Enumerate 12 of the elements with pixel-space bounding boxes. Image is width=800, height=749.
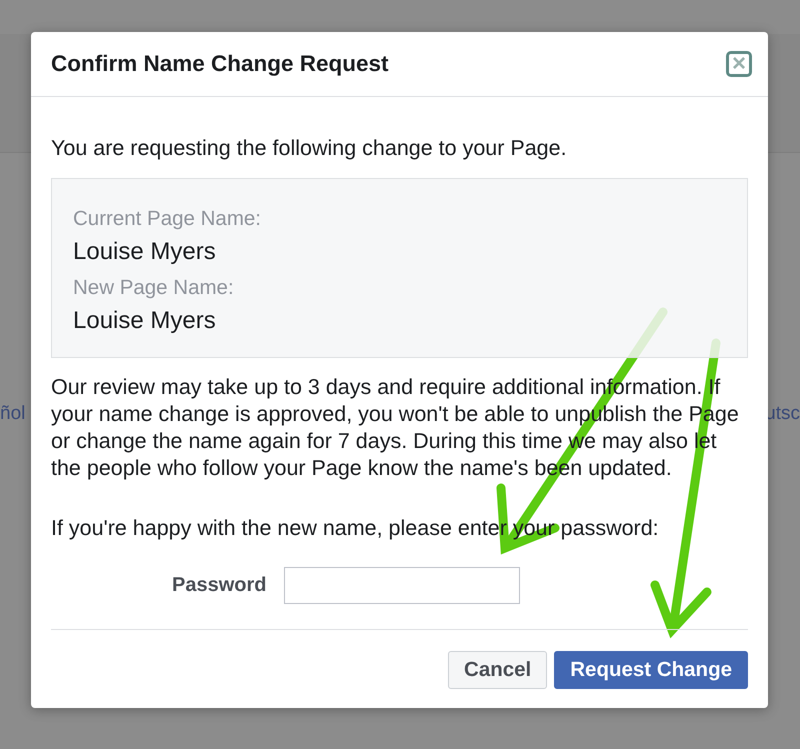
intro-text: You are requesting the following change to your Page.	[51, 135, 568, 162]
name-label: Current Page Name:	[73, 207, 262, 231]
password-label: Password	[172, 574, 266, 597]
dialog-title: Confirm Name Change Request	[51, 51, 389, 77]
name-value: Louise Myers	[73, 237, 217, 267]
request-change-button[interactable]: Request Change	[554, 651, 748, 689]
language-link[interactable]: ñol	[0, 403, 26, 425]
close-button[interactable]: ×	[726, 51, 752, 77]
password-field[interactable]	[284, 567, 520, 604]
name-value: Louise Myers	[73, 306, 217, 336]
name-label: New Page Name:	[73, 276, 235, 300]
cancel-button[interactable]: Cancel	[448, 651, 548, 689]
